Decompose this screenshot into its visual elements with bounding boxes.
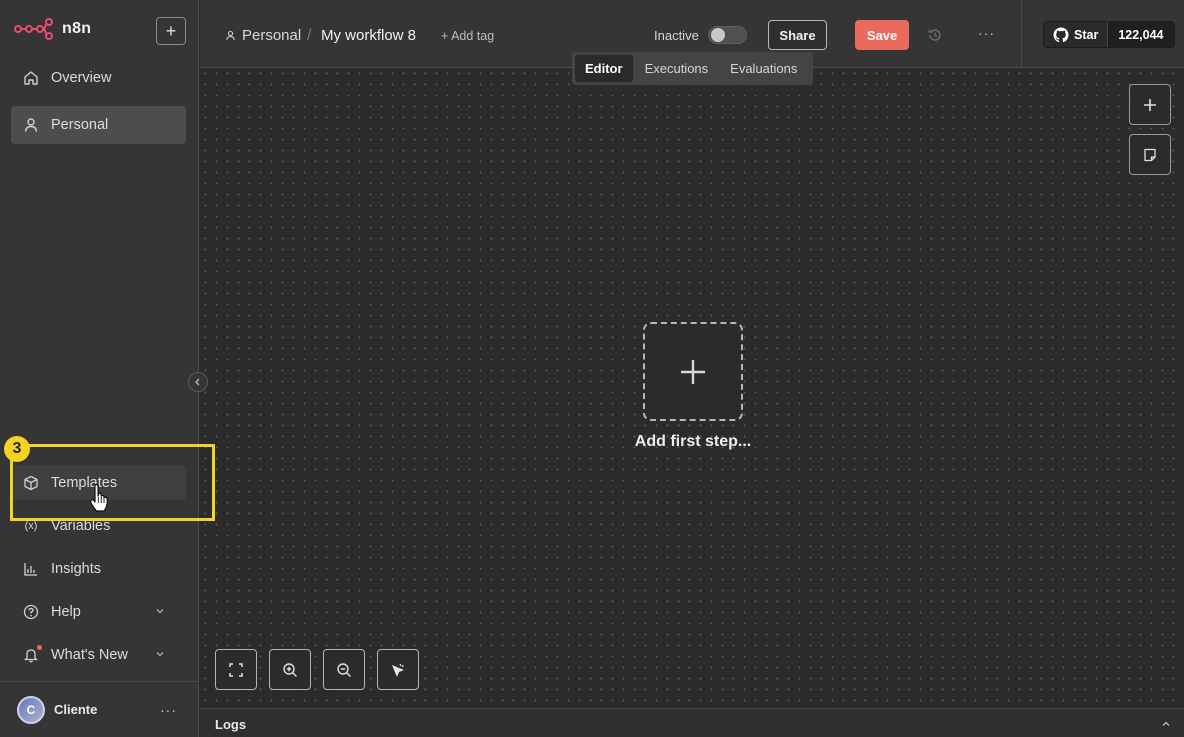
sidebar-item-overview[interactable]: Overview — [11, 59, 186, 97]
app-logo[interactable]: n8n — [14, 18, 91, 40]
home-icon — [23, 70, 39, 86]
help-circle-icon — [23, 604, 39, 620]
sidebar: n8n + Overview Personal Templates (x) Va… — [0, 0, 208, 737]
view-tabs: Editor Executions Evaluations — [572, 52, 813, 85]
github-icon — [1053, 27, 1069, 42]
breadcrumb-project-label: Personal — [242, 27, 302, 44]
github-star-button[interactable]: Star 122,044 — [1043, 21, 1175, 48]
chevron-up-icon[interactable] — [1160, 718, 1172, 730]
more-options-button[interactable]: ··· — [978, 25, 995, 41]
user-section: C Cliente ··· — [0, 681, 199, 737]
fit-view-icon — [229, 662, 243, 677]
create-new-button[interactable]: + — [156, 17, 186, 45]
sidebar-item-whats-new[interactable]: What's New — [11, 636, 186, 674]
tutorial-highlight-box — [10, 444, 215, 521]
zoom-in-icon — [283, 662, 297, 677]
collapse-sidebar-button[interactable] — [188, 372, 208, 392]
header-divider — [1021, 0, 1022, 68]
tab-editor[interactable]: Editor — [575, 55, 633, 82]
sidebar-item-help[interactable]: Help — [11, 593, 186, 631]
sidebar-item-label: Personal — [51, 117, 109, 133]
hand-pointer-cursor-icon — [90, 484, 108, 512]
user-icon — [23, 117, 39, 133]
save-button[interactable]: Save — [855, 20, 909, 50]
add-tag-button[interactable]: + Add tag — [441, 29, 494, 43]
add-sticky-note-button[interactable] — [1129, 134, 1171, 175]
user-icon — [226, 30, 235, 41]
user-name: Cliente — [54, 702, 98, 717]
sidebar-item-label: Insights — [51, 561, 101, 577]
step-number-badge: 3 — [4, 436, 30, 462]
chevron-left-icon — [195, 378, 200, 386]
notification-dot — [37, 645, 42, 650]
bar-chart-icon — [23, 561, 39, 577]
zoom-out-icon — [337, 662, 351, 677]
breadcrumb-project[interactable]: Personal — [225, 27, 301, 44]
bell-icon — [23, 645, 42, 663]
sidebar-item-personal[interactable]: Personal — [11, 106, 186, 144]
add-first-step-button[interactable] — [643, 322, 743, 421]
toggle-knob — [711, 28, 725, 42]
plus-icon: + — [165, 20, 177, 41]
workflow-status-label: Inactive — [654, 28, 699, 43]
zoom-to-fit-button[interactable] — [215, 649, 257, 690]
workflow-title[interactable]: My workflow 8 — [321, 27, 416, 44]
github-star-label: Star — [1074, 27, 1099, 42]
avatar[interactable]: C — [17, 695, 45, 724]
zoom-in-button[interactable] — [269, 649, 311, 690]
logs-label: Logs — [215, 717, 247, 732]
sidebar-item-label: Help — [51, 604, 81, 620]
tidy-up-button[interactable] — [377, 649, 419, 690]
logs-panel[interactable]: Logs — [200, 708, 1184, 737]
github-star-count: 122,044 — [1108, 22, 1174, 47]
tab-executions[interactable]: Executions — [635, 55, 719, 82]
add-first-step-label: Add first step... — [634, 433, 752, 450]
open-nodes-panel-button[interactable] — [1129, 84, 1171, 125]
plus-icon — [1144, 98, 1156, 111]
app-name: n8n — [62, 20, 92, 37]
plus-icon — [681, 359, 705, 384]
tab-evaluations[interactable]: Evaluations — [720, 55, 807, 82]
github-star-label-wrap: Star — [1044, 22, 1109, 47]
history-icon[interactable] — [927, 27, 943, 43]
breadcrumb-separator: / — [307, 27, 312, 44]
workflow-canvas[interactable]: Add first step... — [200, 68, 1184, 708]
sidebar-item-insights[interactable]: Insights — [11, 550, 186, 588]
broom-icon — [392, 663, 404, 677]
n8n-logo-icon — [14, 18, 53, 40]
share-button[interactable]: Share — [768, 20, 827, 50]
user-menu-button[interactable]: ··· — [160, 702, 177, 718]
sticky-note-icon — [1144, 148, 1156, 161]
sidebar-item-label: What's New — [51, 647, 128, 663]
sidebar-item-label: Overview — [51, 70, 112, 86]
chevron-down-icon — [156, 609, 164, 614]
chevron-down-icon — [156, 652, 164, 657]
active-toggle[interactable] — [708, 26, 747, 44]
zoom-out-button[interactable] — [323, 649, 365, 690]
